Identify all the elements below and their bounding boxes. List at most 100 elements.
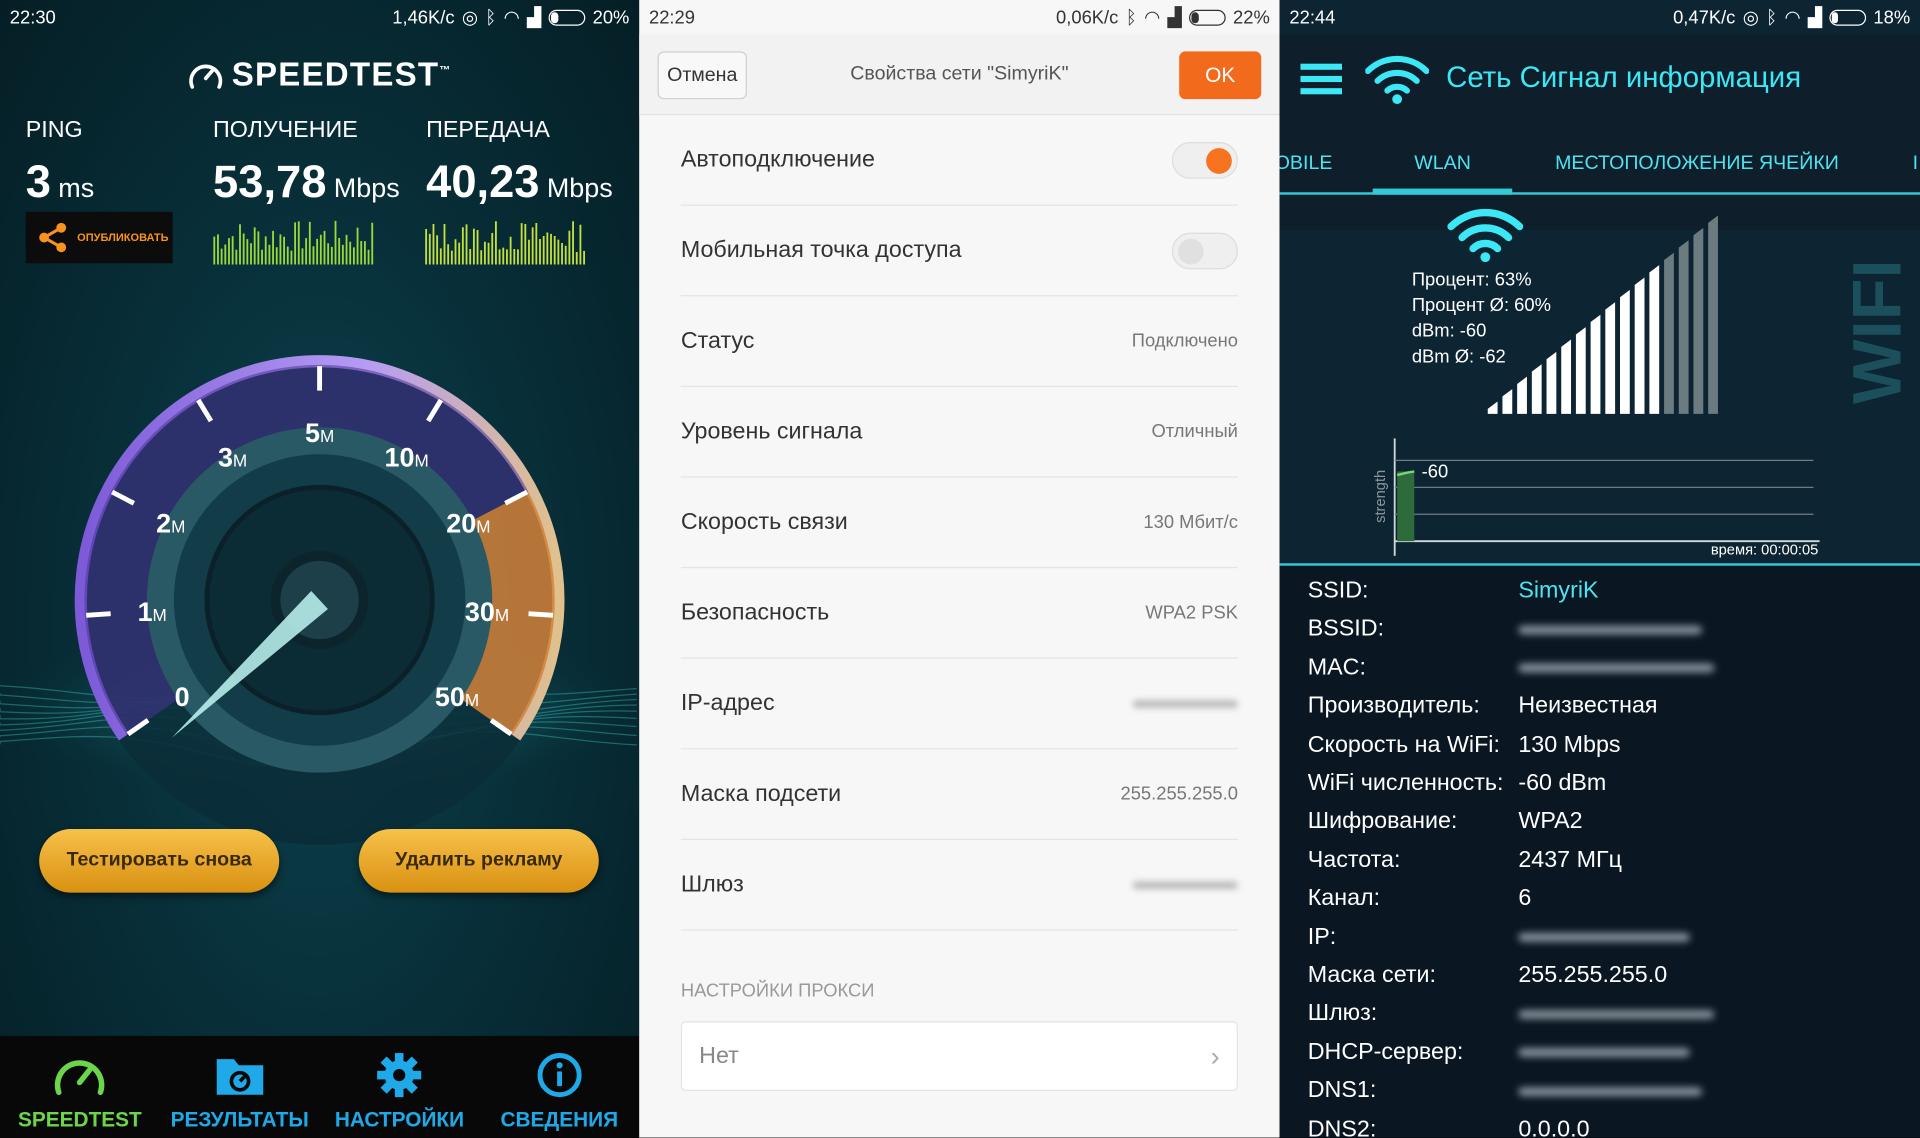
redacted-value: [1132, 881, 1238, 889]
wifi-icon: ◠: [1784, 7, 1801, 29]
svg-text:время: 00:00:05: время: 00:00:05: [1711, 543, 1819, 559]
tab-mobile[interactable]: OBILE: [1280, 153, 1333, 175]
tab-next[interactable]: I: [1913, 153, 1918, 175]
tab-cell-location[interactable]: МЕСТОПОЛОЖЕНИЕ ЯЧЕЙКИ: [1555, 153, 1839, 175]
signal-bar: [1531, 364, 1542, 414]
info-key: IP:: [1307, 923, 1337, 950]
wifi-side-watermark: WIFI: [1851, 259, 1915, 404]
status-battery: 18%: [1873, 6, 1911, 28]
property-label: Автоподключение: [680, 146, 875, 173]
signal-bar: [1546, 351, 1557, 414]
signal-bar: [1634, 277, 1645, 414]
svg-text:strength: strength: [1373, 470, 1389, 523]
property-row: Статус Подключено: [680, 296, 1238, 387]
nav-speedtest[interactable]: SPEEDTEST: [0, 1036, 160, 1138]
gear-icon: [377, 1053, 422, 1098]
app-title: Сеть Сигнал информация: [1446, 61, 1802, 95]
tab-indicator: [1372, 188, 1513, 195]
battery-icon: [1188, 9, 1226, 26]
nav-results[interactable]: РЕЗУЛЬТАТЫ: [160, 1036, 320, 1138]
property-label: Безопасность: [680, 599, 830, 626]
property-row: Уровень сигнала Отличный: [680, 387, 1238, 478]
redacted-value: [1518, 664, 1715, 673]
cancel-button[interactable]: Отмена: [657, 51, 747, 100]
status-time: 22:44: [1289, 6, 1336, 28]
wifi-info-row: MAC:: [1308, 655, 1715, 682]
battery-icon: [1829, 9, 1867, 26]
signal-bar: [1605, 302, 1616, 414]
signal-bar: [1590, 314, 1601, 414]
signal-icon: ▟: [1807, 7, 1823, 29]
property-value: 255.255.255.0: [1120, 783, 1238, 805]
info-icon: [537, 1053, 582, 1098]
info-key: DNS1:: [1307, 1077, 1377, 1104]
tab-bar: OBILE WLAN МЕСТОПОЛОЖЕНИЕ ЯЧЕЙКИ I: [1279, 143, 1920, 195]
nav-about[interactable]: СВЕДЕНИЯ: [479, 1036, 639, 1138]
wifi-info-row: WiFi численность: -60 dBm: [1308, 770, 1607, 797]
info-key: SSID:: [1307, 577, 1369, 604]
redacted-value: [1518, 1010, 1715, 1019]
wifi-info-panel: SSID: SimyriK BSSID: MAC: Производитель: Неиз…: [1279, 563, 1920, 1138]
property-row: Безопасность WPA2 PSK: [680, 568, 1238, 659]
nav-settings[interactable]: НАСТРОЙКИ: [320, 1036, 480, 1138]
status-net-speed: 0,47K/c: [1673, 6, 1736, 28]
network-properties-screen: 22:29 0,06K/c ᛒ ◠ ▟ 22% Отмена Свойства …: [639, 0, 1280, 1138]
ping-value: 3 ms: [25, 156, 95, 207]
svg-text:-60: -60: [1422, 461, 1449, 482]
gauge-tick: [528, 611, 554, 618]
bluetooth-icon: ᛒ: [485, 6, 497, 28]
tab-wlan[interactable]: WLAN: [1414, 153, 1471, 175]
ok-button[interactable]: OK: [1179, 51, 1262, 100]
status-bar: 22:44 0,47K/c ◎ ᛒ ◠ ▟ 18%: [1280, 0, 1920, 34]
wifi-info-row: BSSID:: [1308, 616, 1703, 643]
signal-bar: [1487, 401, 1498, 414]
info-key: Маска сети:: [1307, 962, 1436, 989]
info-key: Шифрование:: [1307, 808, 1458, 835]
redacted-value: [1518, 933, 1690, 942]
svg-text:WIFI: WIFI: [1851, 259, 1915, 404]
speedtest-logo: SPEEDTEST™: [0, 56, 639, 94]
property-label: Мобильная точка доступа: [680, 236, 962, 263]
signal-bar: [1561, 339, 1572, 414]
upload-label: ПЕРЕДАЧА: [426, 117, 550, 144]
proxy-select[interactable]: Нет ›: [680, 1021, 1238, 1092]
info-value: SimyriK: [1518, 577, 1599, 604]
ping-label: PING: [25, 117, 83, 144]
info-key: Скорость на WiFi:: [1307, 731, 1500, 758]
gauge-tick: [86, 611, 111, 618]
toggle-switch[interactable]: [1171, 141, 1238, 179]
toggle-switch[interactable]: [1171, 232, 1238, 269]
property-label: Уровень сигнала: [680, 418, 863, 444]
property-row[interactable]: Автоподключение: [680, 115, 1238, 206]
download-value: 53,78 Mbps: [213, 156, 400, 207]
retest-button[interactable]: Тестировать снова: [39, 828, 280, 893]
property-label: Статус: [680, 327, 755, 354]
menu-icon[interactable]: [1300, 61, 1343, 95]
property-row[interactable]: Мобильная точка доступа: [680, 206, 1238, 297]
bottom-nav: SPEEDTEST РЕЗУЛЬТАТЫ НАСТРОЙКИ СВЕДЕНИЯ: [0, 1035, 640, 1138]
signal-bar: [1678, 240, 1689, 414]
bluetooth-icon: ᛒ: [1125, 6, 1137, 28]
status-net-speed: 1,46K/c: [392, 6, 455, 28]
info-key: DHCP-сервер:: [1307, 1039, 1464, 1066]
wifi-icon: ◠: [1144, 7, 1161, 29]
speedtest-screen: 22:30 1,46K/c ◎ ᛒ ◠ ▟ 20% SPEEDTEST™ PIN…: [0, 0, 640, 1138]
speedometer-logo-icon: [189, 64, 223, 89]
info-value: -60 dBm: [1518, 770, 1607, 796]
info-value: 6: [1518, 885, 1532, 912]
folder-gauge-icon: [216, 1059, 263, 1095]
info-value: 2437 МГц: [1518, 847, 1622, 873]
chevron-right-icon: ›: [1210, 1040, 1220, 1071]
share-icon: [39, 222, 67, 253]
dialog-title: Свойства сети "SimyriK": [850, 63, 1069, 85]
signal-bar: [1517, 376, 1527, 414]
status-bar: 22:29 0,06K/c ᛒ ◠ ▟ 22%: [639, 0, 1279, 34]
status-net-speed: 0,06K/c: [1056, 6, 1119, 28]
publish-button[interactable]: ОПУБЛИКОВАТЬ: [25, 211, 173, 264]
property-label: Шлюз: [680, 871, 744, 897]
wifi-icon: ◠: [503, 7, 520, 29]
status-time: 22:30: [9, 6, 56, 28]
remove-ads-button[interactable]: Удалить рекламу: [358, 828, 599, 893]
signal-bar: [1575, 327, 1586, 414]
info-key: Производитель:: [1307, 693, 1480, 720]
